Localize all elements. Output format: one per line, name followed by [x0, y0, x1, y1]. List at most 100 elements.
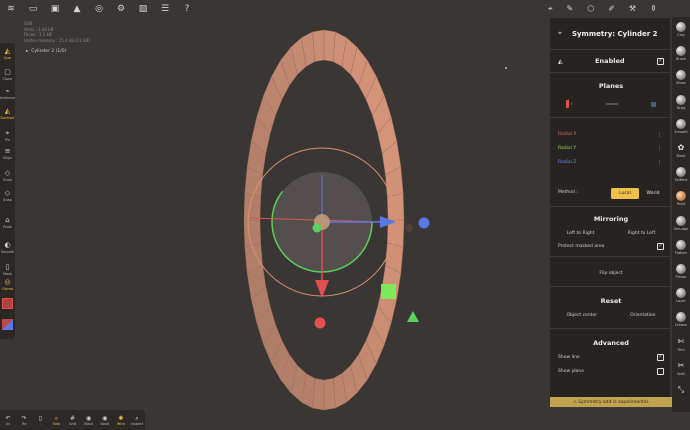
brush-flatten[interactable]: Flatten [672, 239, 690, 255]
ring-face [243, 219, 261, 248]
color-swatch-secondary[interactable] [2, 319, 13, 330]
tool-gizmo[interactable]: ◎ Gizmo [0, 278, 15, 291]
tool-sym[interactable]: ◭ Sym [0, 47, 15, 60]
gizmo-scale-handle[interactable] [381, 284, 396, 299]
plane-y-button[interactable] [605, 103, 618, 105]
brush-paint[interactable]: Paint [672, 191, 690, 206]
bottom-tool-8[interactable]: ⌕ Inspect [129, 415, 145, 426]
pin-icon[interactable]: ⌖ [548, 4, 553, 14]
brush-glyph-icon: ✿ [677, 143, 685, 152]
brush-trim[interactable]: ✄ Trim [672, 337, 690, 352]
protect-masked-checkbox[interactable]: ✓ [657, 243, 664, 250]
bottom-tool-icon: ↶ [5, 414, 11, 422]
radial-y-stepper[interactable]: ⋮ [657, 146, 662, 152]
object-label[interactable]: ▸ Cylinder 2 (1/0) [26, 49, 66, 54]
bottom-tool-4[interactable]: # Grid [64, 415, 80, 426]
brush-clay[interactable]: Clay [672, 22, 690, 37]
brush-mask[interactable]: ✿ Mask [672, 143, 690, 158]
protect-row[interactable]: Protect masked area ✓ [550, 243, 672, 250]
pin-panel-icon[interactable]: ⌖ [558, 29, 562, 38]
method-world-option[interactable]: World [639, 188, 667, 199]
bottom-tool-5[interactable]: ◉ Mask [81, 415, 97, 426]
radial-z-row[interactable]: Radial Z ⋮ [550, 160, 672, 166]
brush-split[interactable]: ✂ Split [672, 361, 690, 376]
bottom-tool-6[interactable]: ◉ Voxel [97, 415, 113, 426]
tool-dockset[interactable]: ◭ Dockset [0, 107, 15, 120]
brush-transform[interactable]: ⤡ [672, 385, 690, 396]
brush-brush[interactable]: Brush [672, 46, 690, 61]
show-plane-row[interactable]: Show plane [550, 368, 672, 375]
brush-planar[interactable]: Planar [672, 264, 690, 279]
gizmo-dark-handle[interactable] [405, 224, 413, 232]
wireframe-icon[interactable]: ⬡ [587, 4, 594, 13]
gizmo-arrow-down[interactable] [315, 280, 329, 298]
brush-selrect[interactable]: SelRect [672, 167, 690, 182]
radial-x-stepper[interactable]: ⋮ [657, 132, 662, 138]
tool-pivot[interactable]: ⌂ Pivot [0, 216, 15, 229]
brush-move[interactable]: Move [672, 70, 690, 85]
method-local-option[interactable]: Local [611, 188, 639, 199]
tool-instance[interactable]: ⌁ Instance [0, 87, 15, 100]
bottom-tool-2[interactable]: ▯. [32, 415, 48, 426]
brush-layer[interactable]: Layer [672, 288, 690, 303]
shading-icon[interactable]: ◎ [94, 4, 104, 14]
brush-crease[interactable]: Crease [672, 312, 690, 327]
tool-icon: ⌂ [5, 216, 10, 224]
brush-smudge[interactable]: Smudge [672, 215, 690, 231]
pen-icon[interactable]: ✎ [567, 4, 574, 13]
enabled-row[interactable]: ◭ Enabled ✓ [550, 55, 672, 67]
folder-icon[interactable]: ▭ [28, 4, 38, 14]
right-to-left-button[interactable]: Right to Left [628, 231, 656, 236]
bottom-tool-1[interactable]: ↷ Re [16, 415, 32, 426]
tool-smooth[interactable]: ◐ Smooth [0, 241, 15, 254]
gizmo-red-handle[interactable] [314, 317, 326, 329]
object-center-button[interactable]: Object center [567, 313, 598, 318]
planes-title: Planes [598, 82, 624, 90]
list-icon[interactable]: ☰ [160, 4, 170, 14]
tool-icon: ⌖ [5, 129, 10, 137]
viewport[interactable] [0, 0, 548, 430]
orientation-button[interactable]: Orientation [630, 313, 655, 318]
tool-snap[interactable]: ◇ Snap [0, 189, 15, 202]
bottom-tool-label: Solo [52, 421, 61, 426]
radial-z-stepper[interactable]: ⋮ [657, 160, 662, 166]
show-plane-checkbox[interactable] [657, 368, 664, 375]
bottom-tool-7[interactable]: ✺ Wire [113, 415, 129, 426]
menu-icon[interactable]: ≋ [6, 4, 16, 14]
brush-smooth[interactable]: Smooth [672, 118, 690, 134]
tool-clone[interactable]: ▢ Clone [0, 68, 15, 81]
bottom-tool-0[interactable]: ↶ Un [0, 415, 16, 426]
tool-icon[interactable]: ⚒ [629, 4, 636, 13]
flip-object-button[interactable]: Flip object [550, 271, 672, 276]
tool-icon: ▯ [5, 263, 10, 271]
settings-icon[interactable]: ⚙ [116, 4, 126, 14]
tool-mask[interactable]: ▯ Mask [0, 263, 15, 276]
radial-x-row[interactable]: Radial X ⋮ [550, 132, 672, 138]
plane-z-button[interactable] [650, 101, 656, 107]
experimental-warning: ⚠ Symmetry edit is experimental. [550, 397, 672, 407]
gizmo-blue-handle[interactable] [418, 217, 430, 229]
tool-pin[interactable]: ⌖ Pin [0, 129, 15, 142]
radial-y-row[interactable]: Radial Y ⋮ [550, 146, 672, 152]
gizmo-y-handle[interactable] [312, 223, 322, 233]
tool-snap[interactable]: ◇ Snap [0, 169, 15, 182]
left-to-right-button[interactable]: Left to Right [567, 231, 595, 236]
tool-align[interactable]: ≡ Align [0, 147, 15, 160]
gizmo-green-cone[interactable] [407, 311, 419, 322]
picture-icon[interactable]: ▨ [138, 4, 148, 14]
bottom-tool-3[interactable]: ⌕ Solo [48, 415, 64, 426]
help-icon[interactable]: ? [182, 4, 192, 14]
plane-x-button[interactable]: X [566, 99, 573, 109]
scene-icon[interactable]: ▲ [72, 4, 82, 14]
brush-drag[interactable]: Drag [672, 94, 690, 110]
brush-icon[interactable]: ✐ [608, 4, 615, 13]
show-line-checkbox[interactable]: ✓ [657, 354, 664, 361]
camera-icon[interactable]: ▣ [50, 4, 60, 14]
plane-x-icon [566, 99, 570, 109]
color-swatch-primary[interactable] [2, 298, 13, 309]
eyedropper-icon[interactable]: ⚱ [650, 4, 657, 13]
show-line-row[interactable]: Show line ✓ [550, 354, 672, 361]
method-toggle[interactable]: Local World [611, 188, 667, 199]
enabled-checkbox[interactable]: ✓ [657, 57, 664, 65]
bottom-tool-icon: ↷ [21, 414, 27, 422]
